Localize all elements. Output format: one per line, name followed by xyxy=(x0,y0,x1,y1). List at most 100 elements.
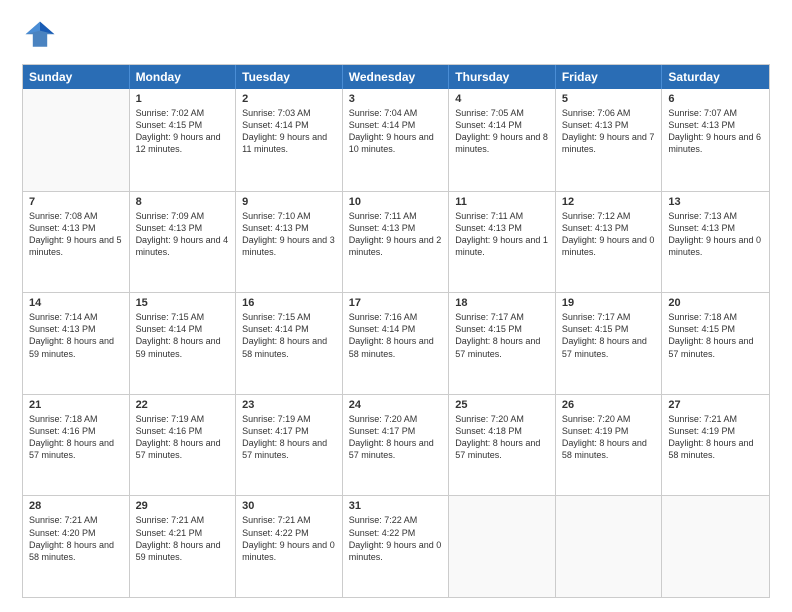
day-number: 14 xyxy=(29,297,123,309)
sunset: Sunset: 4:16 PM xyxy=(29,426,96,436)
sunrise: Sunrise: 7:20 AM xyxy=(349,414,418,424)
day-number: 10 xyxy=(349,196,443,208)
sunrise: Sunrise: 7:11 AM xyxy=(349,211,417,221)
calendar-header-day: Wednesday xyxy=(343,65,450,89)
day-number: 2 xyxy=(242,93,336,105)
sunset: Sunset: 4:20 PM xyxy=(29,528,96,538)
calendar-header-day: Monday xyxy=(130,65,237,89)
daylight: Daylight: 9 hours and 2 minutes. xyxy=(349,235,442,257)
daylight: Daylight: 8 hours and 57 minutes. xyxy=(242,438,327,460)
calendar-cell: 19Sunrise: 7:17 AMSunset: 4:15 PMDayligh… xyxy=(556,293,663,394)
calendar-cell: 13Sunrise: 7:13 AMSunset: 4:13 PMDayligh… xyxy=(662,192,769,293)
calendar-header-day: Friday xyxy=(556,65,663,89)
daylight: Daylight: 9 hours and 7 minutes. xyxy=(562,132,655,154)
calendar-cell xyxy=(662,496,769,597)
sunrise: Sunrise: 7:12 AM xyxy=(562,211,631,221)
sunset: Sunset: 4:13 PM xyxy=(242,223,309,233)
calendar-body: 1Sunrise: 7:02 AMSunset: 4:15 PMDaylight… xyxy=(23,89,769,597)
calendar-cell: 6Sunrise: 7:07 AMSunset: 4:13 PMDaylight… xyxy=(662,89,769,191)
sunset: Sunset: 4:14 PM xyxy=(349,324,416,334)
sunset: Sunset: 4:14 PM xyxy=(242,324,309,334)
sunrise: Sunrise: 7:15 AM xyxy=(136,312,205,322)
day-number: 25 xyxy=(455,399,549,411)
day-number: 3 xyxy=(349,93,443,105)
logo xyxy=(22,18,62,54)
daylight: Daylight: 8 hours and 59 minutes. xyxy=(29,336,114,358)
sunrise: Sunrise: 7:16 AM xyxy=(349,312,418,322)
calendar-cell: 17 Sunrise: 7:16 AM Sunset: 4:14 PM Dayligh… xyxy=(343,293,450,394)
logo-icon xyxy=(22,18,58,54)
calendar-cell: 31Sunrise: 7:22 AMSunset: 4:22 PMDayligh… xyxy=(343,496,450,597)
calendar-cell: 10 Sunrise: 7:11 AM Sunset: 4:13 PM Dayligh… xyxy=(343,192,450,293)
day-number: 16 xyxy=(242,297,336,309)
sunrise: Sunrise: 7:11 AM xyxy=(455,211,523,221)
sunrise: Sunrise: 7:06 AM xyxy=(562,108,631,118)
day-number: 17 xyxy=(349,297,443,309)
day-number: 22 xyxy=(136,399,230,411)
day-number: 27 xyxy=(668,399,763,411)
sunrise: Sunrise: 7:04 AM xyxy=(349,108,418,118)
calendar-header-day: Saturday xyxy=(662,65,769,89)
calendar-cell: 21Sunrise: 7:18 AMSunset: 4:16 PMDayligh… xyxy=(23,395,130,496)
sunrise: Sunrise: 7:07 AM xyxy=(668,108,737,118)
sunrise: Sunrise: 7:17 AM xyxy=(562,312,631,322)
sunset: Sunset: 4:13 PM xyxy=(349,223,416,233)
calendar-cell: 4Sunrise: 7:05 AMSunset: 4:14 PMDaylight… xyxy=(449,89,556,191)
daylight: Daylight: 9 hours and 0 minutes. xyxy=(242,540,335,562)
day-number: 24 xyxy=(349,399,443,411)
daylight: Daylight: 8 hours and 59 minutes. xyxy=(136,540,221,562)
calendar-cell: 18Sunrise: 7:17 AMSunset: 4:15 PMDayligh… xyxy=(449,293,556,394)
sunrise: Sunrise: 7:18 AM xyxy=(668,312,737,322)
sunset: Sunset: 4:16 PM xyxy=(136,426,203,436)
sunset: Sunset: 4:22 PM xyxy=(349,528,416,538)
day-number: 18 xyxy=(455,297,549,309)
page: SundayMondayTuesdayWednesdayThursdayFrid… xyxy=(0,0,792,612)
day-number: 15 xyxy=(136,297,230,309)
calendar-cell: 27Sunrise: 7:21 AMSunset: 4:19 PMDayligh… xyxy=(662,395,769,496)
sunrise: Sunrise: 7:15 AM xyxy=(242,312,311,322)
calendar-header-day: Tuesday xyxy=(236,65,343,89)
day-number: 7 xyxy=(29,196,123,208)
day-number: 23 xyxy=(242,399,336,411)
daylight: Daylight: 9 hours and 8 minutes. xyxy=(455,132,548,154)
calendar-cell xyxy=(449,496,556,597)
day-number: 12 xyxy=(562,196,656,208)
calendar-week: 28Sunrise: 7:21 AMSunset: 4:20 PMDayligh… xyxy=(23,495,769,597)
sunrise: Sunrise: 7:10 AM xyxy=(242,211,311,221)
calendar-cell: 7Sunrise: 7:08 AMSunset: 4:13 PMDaylight… xyxy=(23,192,130,293)
sunset: Sunset: 4:13 PM xyxy=(29,324,96,334)
day-number: 9 xyxy=(242,196,336,208)
calendar-cell: 29Sunrise: 7:21 AMSunset: 4:21 PMDayligh… xyxy=(130,496,237,597)
daylight: Daylight: 9 hours and 10 minutes. xyxy=(349,132,434,154)
daylight: Daylight: 8 hours and 58 minutes. xyxy=(242,336,327,358)
sunrise: Sunrise: 7:22 AM xyxy=(349,515,418,525)
sunrise: Sunrise: 7:17 AM xyxy=(455,312,524,322)
daylight: Daylight: 8 hours and 58 minutes. xyxy=(349,336,434,358)
day-number: 13 xyxy=(668,196,763,208)
day-number: 11 xyxy=(455,196,549,208)
calendar-week: 21Sunrise: 7:18 AMSunset: 4:16 PMDayligh… xyxy=(23,394,769,496)
calendar-cell: 11Sunrise: 7:11 AMSunset: 4:13 PMDayligh… xyxy=(449,192,556,293)
sunset: Sunset: 4:13 PM xyxy=(136,223,203,233)
calendar-cell: 26Sunrise: 7:20 AMSunset: 4:19 PMDayligh… xyxy=(556,395,663,496)
daylight: Daylight: 8 hours and 57 minutes. xyxy=(562,336,647,358)
header xyxy=(22,18,770,54)
calendar-cell: 23Sunrise: 7:19 AMSunset: 4:17 PMDayligh… xyxy=(236,395,343,496)
sunrise: Sunrise: 7:13 AM xyxy=(668,211,737,221)
daylight: Daylight: 8 hours and 58 minutes. xyxy=(668,438,753,460)
daylight: Daylight: 8 hours and 57 minutes. xyxy=(349,438,434,460)
sunrise: Sunrise: 7:21 AM xyxy=(242,515,311,525)
day-number: 26 xyxy=(562,399,656,411)
daylight: Daylight: 9 hours and 0 minutes. xyxy=(562,235,655,257)
sunset: Sunset: 4:14 PM xyxy=(136,324,203,334)
daylight: Daylight: 9 hours and 0 minutes. xyxy=(668,235,761,257)
calendar-cell: 15Sunrise: 7:15 AMSunset: 4:14 PMDayligh… xyxy=(130,293,237,394)
daylight: Daylight: 9 hours and 6 minutes. xyxy=(668,132,761,154)
daylight: Daylight: 9 hours and 0 minutes. xyxy=(349,540,442,562)
daylight: Daylight: 9 hours and 5 minutes. xyxy=(29,235,122,257)
sunset: Sunset: 4:22 PM xyxy=(242,528,309,538)
sunset: Sunset: 4:15 PM xyxy=(136,120,203,130)
day-number: 20 xyxy=(668,297,763,309)
sunset: Sunset: 4:14 PM xyxy=(349,120,416,130)
sunrise: Sunrise: 7:20 AM xyxy=(455,414,524,424)
